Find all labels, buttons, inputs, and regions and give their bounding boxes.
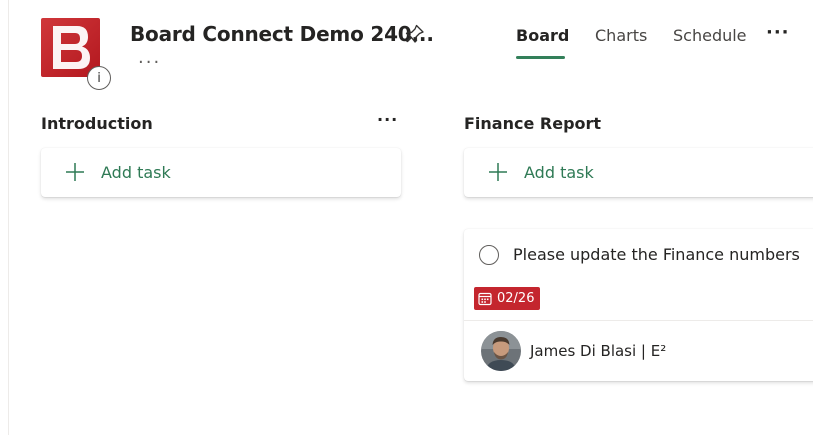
due-date-text: 02/26 <box>497 291 535 306</box>
task-title: Please update the Finance numbers <box>513 245 800 264</box>
pin-icon[interactable] <box>405 24 425 48</box>
plan-title: Board Connect Demo 240... <box>130 22 434 46</box>
add-task-button[interactable]: Add task <box>464 148 813 197</box>
left-border <box>8 0 9 435</box>
assignee-name: James Di Blasi | E² <box>530 342 667 360</box>
add-task-label: Add task <box>524 163 594 182</box>
tab-charts[interactable]: Charts <box>595 26 647 45</box>
plan-info-button[interactable]: i <box>87 66 111 90</box>
tabs-more-button[interactable]: ··· <box>766 22 790 43</box>
bucket-title-finance-report: Finance Report <box>464 114 602 133</box>
bucket-more-button[interactable]: ··· <box>377 110 398 129</box>
add-task-button[interactable]: Add task <box>41 148 401 197</box>
bucket-title-introduction: Introduction <box>41 114 153 133</box>
tab-board-underline <box>516 56 565 59</box>
add-task-label: Add task <box>101 163 171 182</box>
calendar-icon <box>478 292 492 305</box>
tab-board[interactable]: Board <box>516 26 569 45</box>
avatar[interactable] <box>481 331 521 371</box>
due-date-badge: 02/26 <box>474 287 541 310</box>
task-divider <box>464 320 813 321</box>
plus-icon <box>489 163 507 181</box>
task-card[interactable]: Please update the Finance numbers 02/26 … <box>464 229 813 381</box>
plus-icon <box>66 163 84 181</box>
tab-schedule[interactable]: Schedule <box>673 26 747 45</box>
plan-more-button[interactable]: ... <box>138 48 161 68</box>
circle-checkbox-icon[interactable] <box>479 245 499 265</box>
